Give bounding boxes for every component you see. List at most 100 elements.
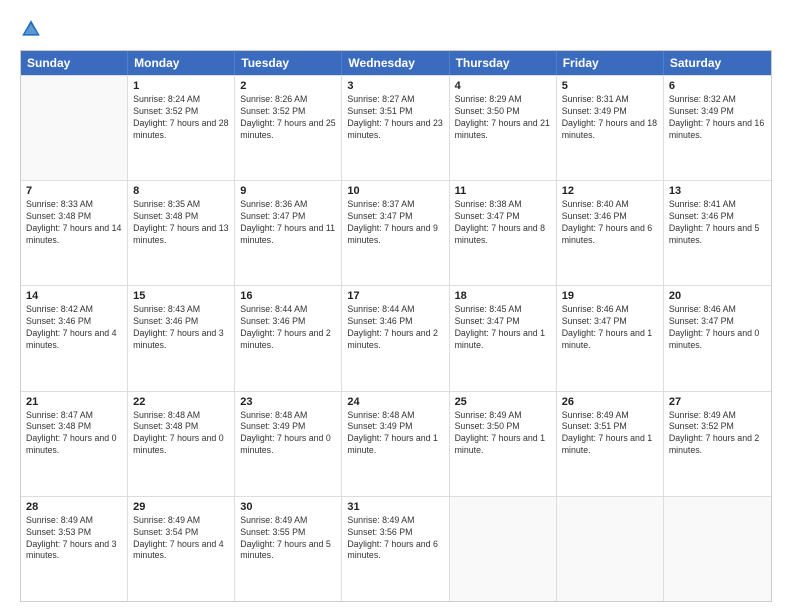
day-number: 5 bbox=[562, 80, 658, 92]
day-of-week-thursday: Thursday bbox=[450, 51, 557, 75]
calendar-cell: 26Sunrise: 8:49 AMSunset: 3:51 PMDayligh… bbox=[557, 392, 664, 496]
calendar-cell: 11 Sunrise: 8:38 AMSunset: 3:47 PMDayligh… bbox=[450, 181, 557, 285]
day-number: 8 bbox=[133, 185, 229, 197]
day-number: 18 bbox=[455, 290, 551, 302]
day-number: 30 bbox=[240, 501, 336, 513]
calendar-cell: 31 Sunrise: 8:49 AMSunset: 3:56 PMDayligh… bbox=[342, 497, 449, 601]
cell-info: Sunrise: 8:26 AMSunset: 3:52 PMDaylight:… bbox=[240, 94, 336, 142]
day-of-week-wednesday: Wednesday bbox=[342, 51, 449, 75]
cell-info: Sunrise: 8:33 AMSunset: 3:48 PMDaylight:… bbox=[26, 199, 122, 247]
cell-info: Sunrise: 8:31 AMSunset: 3:49 PMDaylight:… bbox=[562, 94, 658, 142]
calendar-cell: 25Sunrise: 8:49 AMSunset: 3:50 PMDayligh… bbox=[450, 392, 557, 496]
calendar-cell: 28Sunrise: 8:49 AMSunset: 3:53 PMDayligh… bbox=[21, 497, 128, 601]
cell-info: Sunrise: 8:47 AMSunset: 3:48 PMDaylight:… bbox=[26, 410, 122, 458]
page: SundayMondayTuesdayWednesdayThursdayFrid… bbox=[0, 0, 792, 612]
calendar-cell: 27 Sunrise: 8:49 AMSunset: 3:52 PMDayligh… bbox=[664, 392, 771, 496]
day-number: 11 bbox=[455, 185, 551, 197]
day-number: 2 bbox=[240, 80, 336, 92]
day-number: 24 bbox=[347, 396, 443, 408]
calendar-row-2: 7Sunrise: 8:33 AMSunset: 3:48 PMDaylight… bbox=[21, 180, 771, 285]
cell-info: Sunrise: 8:32 AMSunset: 3:49 PMDaylight:… bbox=[669, 94, 766, 142]
day-number: 6 bbox=[669, 80, 766, 92]
day-number: 26 bbox=[562, 396, 658, 408]
calendar-cell: 14Sunrise: 8:42 AMSunset: 3:46 PMDayligh… bbox=[21, 286, 128, 390]
calendar-cell: 19 Sunrise: 8:46 AMSunset: 3:47 PMDayligh… bbox=[557, 286, 664, 390]
cell-info: Sunrise: 8:48 AMSunset: 3:48 PMDaylight:… bbox=[133, 410, 229, 458]
day-number: 20 bbox=[669, 290, 766, 302]
cell-info: Sunrise: 8:44 AMSunset: 3:46 PMDaylight:… bbox=[240, 304, 336, 352]
day-of-week-saturday: Saturday bbox=[664, 51, 771, 75]
calendar-row-4: 21 Sunrise: 8:47 AMSunset: 3:48 PMDayligh… bbox=[21, 391, 771, 496]
day-number: 9 bbox=[240, 185, 336, 197]
cell-info: Sunrise: 8:49 AMSunset: 3:55 PMDaylight:… bbox=[240, 515, 336, 563]
cell-info: Sunrise: 8:37 AMSunset: 3:47 PMDaylight:… bbox=[347, 199, 443, 247]
calendar-cell: 12 Sunrise: 8:40 AMSunset: 3:46 PMDayligh… bbox=[557, 181, 664, 285]
cell-info: Sunrise: 8:46 AMSunset: 3:47 PMDaylight:… bbox=[562, 304, 658, 352]
calendar-cell: 30 Sunrise: 8:49 AMSunset: 3:55 PMDayligh… bbox=[235, 497, 342, 601]
day-of-week-tuesday: Tuesday bbox=[235, 51, 342, 75]
calendar-cell: 24 Sunrise: 8:48 AMSunset: 3:49 PMDayligh… bbox=[342, 392, 449, 496]
calendar-cell: 17Sunrise: 8:44 AMSunset: 3:46 PMDayligh… bbox=[342, 286, 449, 390]
calendar-cell: 23 Sunrise: 8:48 AMSunset: 3:49 PMDayligh… bbox=[235, 392, 342, 496]
calendar-row-5: 28Sunrise: 8:49 AMSunset: 3:53 PMDayligh… bbox=[21, 496, 771, 601]
cell-info: Sunrise: 8:29 AMSunset: 3:50 PMDaylight:… bbox=[455, 94, 551, 142]
day-of-week-friday: Friday bbox=[557, 51, 664, 75]
calendar-cell: 22 Sunrise: 8:48 AMSunset: 3:48 PMDayligh… bbox=[128, 392, 235, 496]
cell-info: Sunrise: 8:38 AMSunset: 3:47 PMDaylight:… bbox=[455, 199, 551, 247]
cell-info: Sunrise: 8:48 AMSunset: 3:49 PMDaylight:… bbox=[347, 410, 443, 458]
calendar-cell: 1 Sunrise: 8:24 AMSunset: 3:52 PMDaylight… bbox=[128, 76, 235, 180]
day-number: 23 bbox=[240, 396, 336, 408]
calendar-row-1: 1 Sunrise: 8:24 AMSunset: 3:52 PMDaylight… bbox=[21, 75, 771, 180]
cell-info: Sunrise: 8:40 AMSunset: 3:46 PMDaylight:… bbox=[562, 199, 658, 247]
day-number: 1 bbox=[133, 80, 229, 92]
calendar-cell: 10 Sunrise: 8:37 AMSunset: 3:47 PMDayligh… bbox=[342, 181, 449, 285]
day-number: 29 bbox=[133, 501, 229, 513]
day-number: 17 bbox=[347, 290, 443, 302]
day-number: 12 bbox=[562, 185, 658, 197]
cell-info: Sunrise: 8:35 AMSunset: 3:48 PMDaylight:… bbox=[133, 199, 229, 247]
day-number: 21 bbox=[26, 396, 122, 408]
logo-icon bbox=[20, 18, 42, 40]
day-number: 3 bbox=[347, 80, 443, 92]
header bbox=[20, 18, 772, 40]
cell-info: Sunrise: 8:49 AMSunset: 3:52 PMDaylight:… bbox=[669, 410, 766, 458]
day-of-week-monday: Monday bbox=[128, 51, 235, 75]
calendar-cell: 7Sunrise: 8:33 AMSunset: 3:48 PMDaylight… bbox=[21, 181, 128, 285]
cell-info: Sunrise: 8:48 AMSunset: 3:49 PMDaylight:… bbox=[240, 410, 336, 458]
calendar-cell bbox=[21, 76, 128, 180]
cell-info: Sunrise: 8:45 AMSunset: 3:47 PMDaylight:… bbox=[455, 304, 551, 352]
calendar-cell: 8 Sunrise: 8:35 AMSunset: 3:48 PMDaylight… bbox=[128, 181, 235, 285]
cell-info: Sunrise: 8:49 AMSunset: 3:50 PMDaylight:… bbox=[455, 410, 551, 458]
logo bbox=[20, 18, 46, 40]
cell-info: Sunrise: 8:42 AMSunset: 3:46 PMDaylight:… bbox=[26, 304, 122, 352]
calendar-cell: 15Sunrise: 8:43 AMSunset: 3:46 PMDayligh… bbox=[128, 286, 235, 390]
cell-info: Sunrise: 8:24 AMSunset: 3:52 PMDaylight:… bbox=[133, 94, 229, 142]
calendar-cell: 21 Sunrise: 8:47 AMSunset: 3:48 PMDayligh… bbox=[21, 392, 128, 496]
day-number: 16 bbox=[240, 290, 336, 302]
cell-info: Sunrise: 8:36 AMSunset: 3:47 PMDaylight:… bbox=[240, 199, 336, 247]
calendar-cell: 13 Sunrise: 8:41 AMSunset: 3:46 PMDayligh… bbox=[664, 181, 771, 285]
calendar-cell: 9 Sunrise: 8:36 AMSunset: 3:47 PMDaylight… bbox=[235, 181, 342, 285]
calendar-cell: 2 Sunrise: 8:26 AMSunset: 3:52 PMDaylight… bbox=[235, 76, 342, 180]
calendar-cell: 3 Sunrise: 8:27 AMSunset: 3:51 PMDaylight… bbox=[342, 76, 449, 180]
day-number: 19 bbox=[562, 290, 658, 302]
cell-info: Sunrise: 8:49 AMSunset: 3:54 PMDaylight:… bbox=[133, 515, 229, 563]
day-number: 10 bbox=[347, 185, 443, 197]
cell-info: Sunrise: 8:27 AMSunset: 3:51 PMDaylight:… bbox=[347, 94, 443, 142]
calendar-cell bbox=[450, 497, 557, 601]
day-number: 31 bbox=[347, 501, 443, 513]
cell-info: Sunrise: 8:41 AMSunset: 3:46 PMDaylight:… bbox=[669, 199, 766, 247]
day-number: 27 bbox=[669, 396, 766, 408]
day-number: 22 bbox=[133, 396, 229, 408]
calendar: SundayMondayTuesdayWednesdayThursdayFrid… bbox=[20, 50, 772, 602]
calendar-cell bbox=[664, 497, 771, 601]
calendar-cell: 29 Sunrise: 8:49 AMSunset: 3:54 PMDayligh… bbox=[128, 497, 235, 601]
calendar-cell bbox=[557, 497, 664, 601]
calendar-body: 1 Sunrise: 8:24 AMSunset: 3:52 PMDaylight… bbox=[21, 75, 771, 601]
calendar-cell: 4Sunrise: 8:29 AMSunset: 3:50 PMDaylight… bbox=[450, 76, 557, 180]
calendar-cell: 6 Sunrise: 8:32 AMSunset: 3:49 PMDaylight… bbox=[664, 76, 771, 180]
cell-info: Sunrise: 8:49 AMSunset: 3:56 PMDaylight:… bbox=[347, 515, 443, 563]
calendar-row-3: 14Sunrise: 8:42 AMSunset: 3:46 PMDayligh… bbox=[21, 285, 771, 390]
calendar-cell: 18 Sunrise: 8:45 AMSunset: 3:47 PMDayligh… bbox=[450, 286, 557, 390]
day-number: 13 bbox=[669, 185, 766, 197]
